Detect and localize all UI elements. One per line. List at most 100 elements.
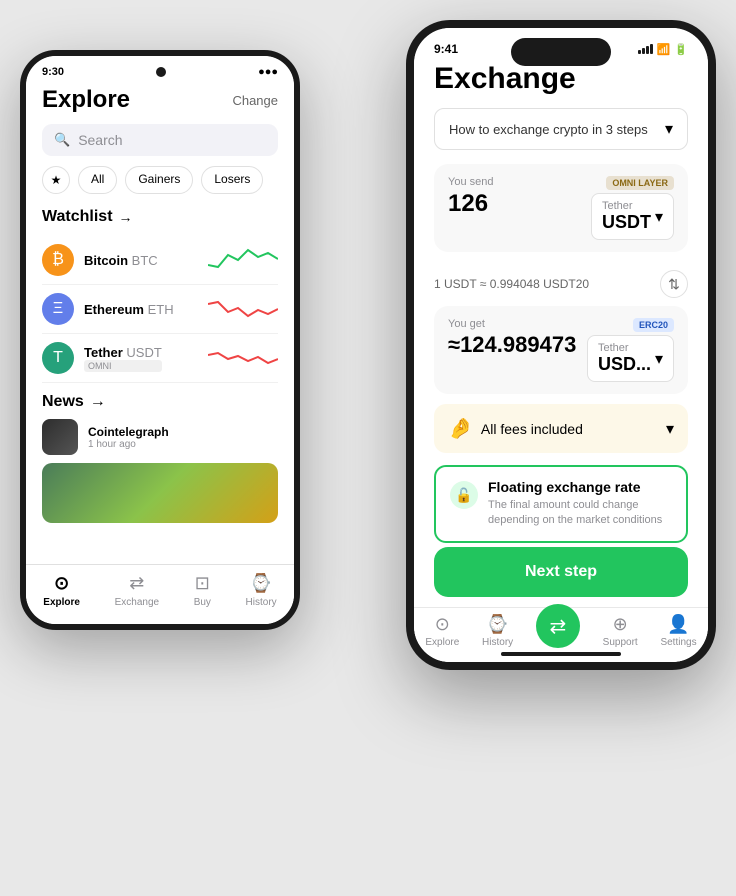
swap-button[interactable]: ⇅ [660,270,688,298]
nav-explore-right[interactable]: ⊙ Explore [425,614,459,648]
nav-exchange-right[interactable]: ⇄ [536,604,580,648]
fees-left: 🤌 All fees included [448,416,583,441]
nav-exchange-left[interactable]: ⇄ Exchange [115,573,159,608]
history-right-icon: ⌚ [486,614,508,635]
get-amount: ≈124.989473 [448,332,576,358]
battery-left: ●●● [258,66,278,78]
phones-container: 9:30 ●●● Explore Change 🔍 Search ★ [0,0,736,896]
news-label: News [42,393,84,411]
coin-item-usdt[interactable]: T Tether USDT OMNI [42,334,278,383]
eth-sparkline [208,294,278,324]
send-chevron-icon: ▾ [655,207,663,227]
how-to-dropdown[interactable]: How to exchange crypto in 3 steps ▾ [434,108,688,150]
get-currency-badge: ERC20 [633,318,674,332]
filter-gainers[interactable]: Gainers [125,166,193,194]
floating-rate-title: Floating exchange rate [488,479,672,495]
coin-item-eth[interactable]: Ξ Ethereum ETH [42,285,278,334]
right-content: Exchange How to exchange crypto in 3 ste… [414,62,708,576]
wifi-icon: 📶 [657,43,671,56]
exchange-nav-icon: ⇄ [129,573,144,594]
explore-right-icon: ⊙ [435,614,450,635]
nav-history-right[interactable]: ⌚ History [482,614,513,648]
news-item[interactable]: Cointelegraph 1 hour ago [42,419,278,455]
send-currency-selector: OMNI LAYER Tether USDT ▾ [591,176,674,240]
floating-rate-option[interactable]: 🔓 Floating exchange rate The final amoun… [434,465,688,543]
get-row: You get ≈124.989473 ERC20 Tether USD... … [448,318,674,382]
time-right: 9:41 [434,42,458,56]
send-currency-label: Tether [602,200,651,212]
news-arrow[interactable]: → [90,393,106,411]
floating-lock-icon: 🔓 [450,481,478,509]
send-amount: 126 [448,190,493,218]
nav-explore-left[interactable]: ⊙ Explore [43,573,80,608]
watchlist-header: Watchlist → [42,208,278,226]
send-currency-picker[interactable]: Tether USDT ▾ [591,193,674,240]
how-to-text: How to exchange crypto in 3 steps [449,122,648,137]
filter-star[interactable]: ★ [42,166,70,194]
send-label: You send [448,176,493,188]
usdt-icon: T [42,342,74,374]
change-button[interactable]: Change [232,93,278,108]
time-left: 9:30 [42,66,64,78]
fees-emoji: 🤌 [448,416,473,441]
search-bar[interactable]: 🔍 Search [42,124,278,156]
left-phone: 9:30 ●●● Explore Change 🔍 Search ★ [20,50,300,630]
support-right-label: Support [603,637,638,648]
usdt-badge: OMNI [84,360,162,372]
exchange-rate-text: 1 USDT ≈ 0.994048 USDT20 [434,277,589,291]
explore-header: Explore Change [42,86,278,114]
send-card: You send 126 OMNI LAYER Tether USDT ▾ [434,164,688,252]
usdt-name: Tether USDT [84,345,162,360]
status-bar-left: 9:30 ●●● [26,56,294,82]
news-time: 1 hour ago [88,439,169,450]
filter-row: ★ All Gainers Losers [42,166,278,194]
coin-item-btc[interactable]: ₿ Bitcoin BTC [42,236,278,285]
search-icon: 🔍 [54,132,70,148]
explore-right-label: Explore [425,637,459,648]
nav-history-left[interactable]: ⌚ History [246,573,277,608]
status-icons-right: 📶 🔋 [638,43,688,56]
bottom-nav-left: ⊙ Explore ⇄ Exchange ⊡ Buy ⌚ History [26,564,294,624]
support-right-icon: ⊕ [613,614,628,635]
watchlist-label: Watchlist [42,208,113,226]
news-header: News → [42,393,278,411]
nav-support-right[interactable]: ⊕ Support [603,614,638,648]
get-label: You get [448,318,576,330]
btc-name: Bitcoin BTC [84,253,158,268]
get-card: You get ≈124.989473 ERC20 Tether USD... … [434,306,688,394]
exchange-rate-row: 1 USDT ≈ 0.994048 USDT20 ⇅ [434,262,688,306]
watchlist-arrow[interactable]: → [119,209,133,225]
explore-title: Explore [42,86,130,114]
filter-all[interactable]: All [78,166,117,194]
get-chevron-icon: ▾ [655,349,663,369]
exchange-nav-label: Exchange [115,597,159,608]
search-placeholder: Search [78,132,122,148]
filter-losers[interactable]: Losers [201,166,263,194]
nav-settings-right[interactable]: 👤 Settings [660,614,696,648]
signal-icon [638,44,653,54]
news-source-name: Cointelegraph [88,425,169,439]
news-source-icon [42,419,78,455]
explore-nav-icon: ⊙ [54,573,69,594]
exchange-right-icon: ⇄ [550,614,567,639]
floating-rate-desc: The final amount could change depending … [488,498,672,529]
news-image[interactable] [42,463,278,523]
get-currency-label: Tether [598,342,651,354]
battery-right: 🔋 [674,43,688,56]
page-title: Exchange [434,62,688,96]
next-step-button[interactable]: Next step [434,547,688,597]
settings-right-label: Settings [660,637,696,648]
home-indicator [501,652,621,656]
settings-right-icon: 👤 [667,614,689,635]
usdt-sparkline [208,343,278,373]
fees-chevron: ▾ [666,419,674,439]
nav-buy-left[interactable]: ⊡ Buy [194,573,211,608]
buy-nav-icon: ⊡ [195,573,210,594]
how-to-chevron: ▾ [665,119,673,139]
right-phone: 9:41 📶 🔋 Exchange How to [406,20,716,670]
fees-row[interactable]: 🤌 All fees included ▾ [434,404,688,453]
get-currency-selector: ERC20 Tether USD... ▾ [587,318,674,382]
send-row: You send 126 OMNI LAYER Tether USDT ▾ [448,176,674,240]
get-currency-picker[interactable]: Tether USD... ▾ [587,335,674,382]
buy-nav-label: Buy [194,597,211,608]
